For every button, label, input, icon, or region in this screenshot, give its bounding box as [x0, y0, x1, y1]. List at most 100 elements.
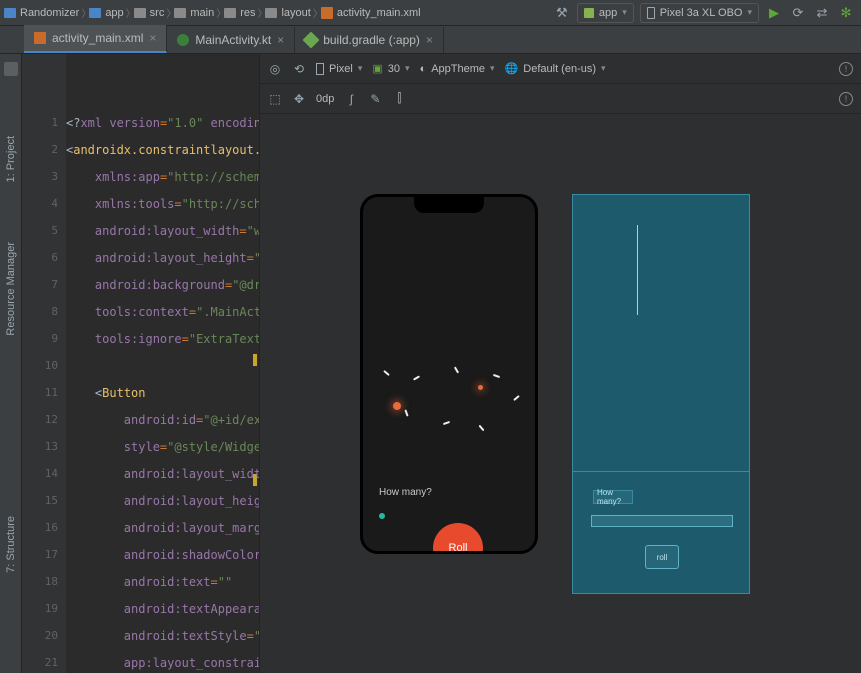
- locale-picker[interactable]: 🌐Default (en-us)▾: [505, 62, 606, 75]
- crumb-label: layout: [281, 7, 310, 19]
- left-tool-rail: 1: Project Resource Manager 7: Structure: [0, 54, 22, 673]
- crumb-item[interactable]: app: [89, 7, 123, 19]
- project-tool-icon[interactable]: [4, 62, 18, 76]
- clear-constraints-icon[interactable]: ✎: [368, 92, 382, 106]
- debug-icon[interactable]: ✻: [837, 4, 855, 22]
- crumb-label: Randomizer: [20, 7, 79, 19]
- infer-constraints-icon[interactable]: ʃ: [344, 92, 358, 106]
- main-split: 1<?xml version="1.0" encoding="utf8 2<an…: [22, 54, 861, 673]
- module-icon: [584, 8, 594, 18]
- blueprint-roll-button[interactable]: roll: [645, 545, 679, 569]
- tab-activity-main[interactable]: activity_main.xml ×: [24, 25, 167, 53]
- crumb-item[interactable]: activity_main.xml: [321, 7, 421, 19]
- folder-icon: [265, 8, 277, 18]
- orientation-icon[interactable]: ⟲: [292, 62, 306, 76]
- line-number: 1: [22, 116, 66, 129]
- line-number: 13: [22, 440, 66, 453]
- crumb-item[interactable]: Randomizer: [4, 7, 79, 19]
- device-selector[interactable]: Pixel 3a XL OBO ▾: [640, 3, 759, 23]
- run-button[interactable]: ▶: [765, 4, 783, 22]
- tab-build-gradle[interactable]: build.gradle (:app) ×: [295, 27, 444, 53]
- phone-icon: [316, 63, 324, 75]
- xml-file-icon: [34, 32, 46, 44]
- blueprint-how-label: How many?: [593, 490, 633, 504]
- globe-icon: 🌐: [505, 62, 519, 75]
- chevron-down-icon: ▾: [622, 7, 627, 18]
- close-icon[interactable]: ×: [277, 33, 284, 47]
- folder-icon: [224, 8, 236, 18]
- folder-icon: [134, 8, 146, 18]
- line-number: 21: [22, 656, 66, 669]
- toolbar-actions: ⚒ app ▾ Pixel 3a XL OBO ▾ ▶ ⟳ ⇄ ✻: [553, 3, 861, 23]
- blueprint-preview[interactable]: How many? roll: [572, 194, 750, 594]
- info-icon[interactable]: !: [839, 92, 853, 106]
- line-number: 17: [22, 548, 66, 561]
- rail-structure[interactable]: 7: Structure: [5, 516, 17, 573]
- preview-canvas[interactable]: How many? Roll How many? roll: [260, 114, 861, 673]
- crumb-item[interactable]: res: [224, 7, 255, 19]
- blueprint-roll-label: roll: [657, 553, 668, 562]
- api-label: 30: [388, 63, 400, 75]
- crumb-label: activity_main.xml: [337, 7, 421, 19]
- device-preview[interactable]: How many? Roll: [360, 194, 538, 554]
- tab-main-activity[interactable]: MainActivity.kt ×: [167, 27, 295, 53]
- eye-design-icon[interactable]: ◎: [268, 62, 282, 76]
- apply-changes-icon[interactable]: ⟳: [789, 4, 807, 22]
- line-number: 10: [22, 359, 66, 372]
- attach-debugger-icon[interactable]: ⇄: [813, 4, 831, 22]
- select-icon[interactable]: ⬚: [268, 92, 282, 106]
- crumb-item[interactable]: main: [174, 7, 214, 19]
- xml-file-icon: [321, 7, 333, 19]
- device-picker[interactable]: Pixel▾: [316, 63, 362, 75]
- line-number: 14: [22, 467, 66, 480]
- guidelines-icon[interactable]: ⫿: [392, 92, 406, 106]
- pan-icon[interactable]: ✥: [292, 92, 306, 106]
- info-icon[interactable]: !: [839, 62, 853, 76]
- crumb-label: res: [240, 7, 255, 19]
- line-number: 19: [22, 602, 66, 615]
- line-number: 15: [22, 494, 66, 507]
- margin-label: 0dp: [316, 93, 334, 105]
- line-number: 5: [22, 224, 66, 237]
- chevron-right-icon: 〉: [81, 8, 87, 18]
- confetti-icon: [443, 421, 450, 425]
- rail-resource-manager[interactable]: Resource Manager: [5, 242, 17, 336]
- blueprint-slider-outline: [591, 515, 733, 527]
- close-icon[interactable]: ×: [149, 31, 156, 45]
- line-number: 2: [22, 143, 66, 156]
- locale-label: Default (en-us): [523, 63, 596, 75]
- crumb-label: src: [150, 7, 165, 19]
- line-number: 7: [22, 278, 66, 291]
- line-number: 6: [22, 251, 66, 264]
- indicator-dot: [379, 513, 385, 519]
- gradle-file-icon: [303, 32, 320, 49]
- run-config-selector[interactable]: app ▾: [577, 3, 634, 23]
- tab-label: MainActivity.kt: [195, 33, 271, 47]
- top-toolbar: Randomizer 〉 app 〉 src 〉 main 〉 res 〉 la…: [0, 0, 861, 26]
- roll-button[interactable]: Roll: [433, 523, 483, 554]
- line-number: 11: [22, 386, 66, 399]
- chevron-down-icon: ▾: [747, 7, 752, 18]
- code-editor[interactable]: 1<?xml version="1.0" encoding="utf8 2<an…: [22, 54, 260, 673]
- theme-picker[interactable]: ◐AppTheme▾: [420, 63, 495, 75]
- module-icon: [89, 8, 101, 18]
- tab-label: build.gradle (:app): [323, 33, 420, 47]
- design-toolbar-primary: ◎ ⟲ Pixel▾ ▣30▾ ◐AppTheme▾ 🌐Default (en-…: [260, 54, 861, 84]
- chevron-down-icon: ▾: [490, 63, 495, 74]
- crumb-item[interactable]: src: [134, 7, 165, 19]
- line-number: 9: [22, 332, 66, 345]
- line-number: 4: [22, 197, 66, 210]
- confetti-icon: [478, 425, 484, 432]
- device-picker-label: Pixel: [329, 63, 353, 75]
- blueprint-constraint-line: [637, 225, 638, 315]
- code-body: 1<?xml version="1.0" encoding="utf8 2<an…: [22, 54, 259, 673]
- build-hammer-icon[interactable]: ⚒: [553, 4, 571, 22]
- api-picker[interactable]: ▣30▾: [372, 62, 409, 75]
- confetti-icon: [493, 374, 500, 378]
- margin-picker[interactable]: 0dp: [316, 93, 334, 105]
- rail-project[interactable]: 1: Project: [5, 136, 17, 182]
- chevron-right-icon: 〉: [257, 8, 263, 18]
- crumb-item[interactable]: layout: [265, 7, 310, 19]
- close-icon[interactable]: ×: [426, 33, 433, 47]
- device-screen: How many? Roll: [363, 197, 535, 551]
